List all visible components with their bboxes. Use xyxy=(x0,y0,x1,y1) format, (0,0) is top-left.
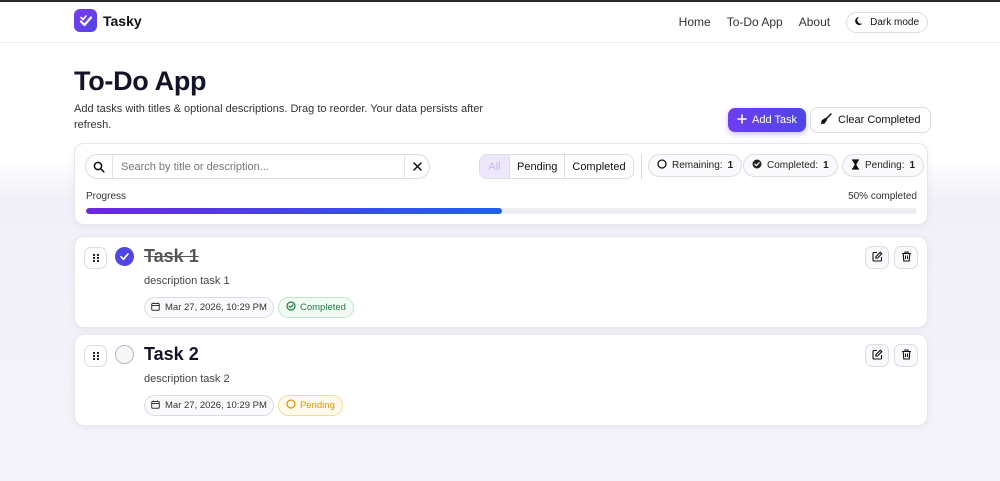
broom-icon xyxy=(820,112,832,128)
task-card[interactable]: Task 2 description task 2 Mar 27, 2026, … xyxy=(74,334,928,426)
plus-icon xyxy=(737,113,747,127)
edit-icon xyxy=(871,347,883,365)
delete-button[interactable] xyxy=(894,246,918,269)
moon-icon xyxy=(855,16,865,29)
trash-icon xyxy=(901,249,912,267)
filter-pending[interactable]: Pending xyxy=(510,155,566,178)
stat-completed-value: 1 xyxy=(823,160,829,171)
task-title: Task 2 xyxy=(144,344,199,364)
stat-pending: Pending: 1 xyxy=(842,154,925,177)
brand-name: Tasky xyxy=(103,12,142,29)
grip-icon[interactable] xyxy=(84,345,107,367)
search-input[interactable] xyxy=(113,155,404,178)
stat-pending-value: 1 xyxy=(909,160,916,171)
trash-icon xyxy=(901,347,912,365)
nav-links: Home To-Do App About Dark mode xyxy=(679,11,928,33)
task-checkbox[interactable] xyxy=(115,345,134,364)
search-box xyxy=(85,154,430,179)
edit-icon xyxy=(871,249,883,267)
status-badge-text: Pending xyxy=(300,400,335,411)
task-date: Mar 27, 2026, 10:29 PM xyxy=(144,395,274,416)
task-title: Task 1 xyxy=(144,246,199,266)
progress-bar xyxy=(86,208,917,214)
nav-link-about[interactable]: About xyxy=(799,11,830,33)
progress-fill xyxy=(86,208,502,214)
nav-link-todo[interactable]: To-Do App xyxy=(727,11,783,33)
page-title: To-Do App xyxy=(74,66,207,96)
stat-completed-label: Completed: xyxy=(767,160,819,171)
status-badge: Completed xyxy=(278,297,354,318)
task-date-text: Mar 27, 2026, 10:29 PM xyxy=(165,302,267,313)
navbar: Tasky Home To-Do App About Dark mode xyxy=(0,2,1000,43)
check-circle-icon xyxy=(286,301,296,314)
search-icon xyxy=(86,155,113,178)
progress-label: Progress xyxy=(86,191,127,202)
nav-link-home[interactable]: Home xyxy=(679,11,711,33)
grip-icon[interactable] xyxy=(84,247,107,269)
calendar-icon xyxy=(151,400,160,412)
task-description: description task 2 xyxy=(144,373,230,385)
filter-group: All Pending Completed xyxy=(479,154,634,179)
clear-completed-button[interactable]: Clear Completed xyxy=(810,107,931,133)
add-task-label: Add Task xyxy=(752,114,798,126)
circle-icon xyxy=(657,159,667,172)
edit-button[interactable] xyxy=(865,246,889,269)
hourglass-icon xyxy=(851,158,860,173)
brand[interactable]: Tasky xyxy=(74,9,142,32)
progress-percent: 50% completed xyxy=(848,191,917,202)
toolbar-card: All Pending Completed Remaining: 1 Compl… xyxy=(74,143,928,225)
close-icon[interactable] xyxy=(404,155,429,178)
filter-completed[interactable]: Completed xyxy=(565,155,632,178)
stat-remaining: Remaining: 1 xyxy=(648,154,743,177)
page-subtitle: Add tasks with titles & optional descrip… xyxy=(74,103,484,131)
task-date-text: Mar 27, 2026, 10:29 PM xyxy=(165,400,267,411)
delete-button[interactable] xyxy=(894,344,918,367)
task-card[interactable]: Task 1 description task 1 Mar 27, 2026, … xyxy=(74,236,928,328)
edit-button[interactable] xyxy=(865,344,889,367)
task-description: description task 1 xyxy=(144,275,230,287)
add-task-button[interactable]: Add Task xyxy=(728,108,807,132)
stat-pending-label: Pending: xyxy=(865,160,905,171)
task-date: Mar 27, 2026, 10:29 PM xyxy=(144,297,274,318)
calendar-icon xyxy=(151,302,160,314)
stat-remaining-value: 1 xyxy=(727,160,734,171)
task-checkbox[interactable] xyxy=(115,247,134,266)
toolbar-divider xyxy=(641,154,642,179)
check-circle-icon xyxy=(752,159,762,172)
stat-completed: Completed: 1 xyxy=(743,154,838,177)
dark-mode-button[interactable]: Dark mode xyxy=(846,11,928,33)
circle-icon xyxy=(286,399,296,412)
dark-mode-label: Dark mode xyxy=(870,16,919,28)
clear-completed-label: Clear Completed xyxy=(838,114,921,126)
filter-all[interactable]: All xyxy=(480,155,510,178)
status-badge: Pending xyxy=(278,395,343,416)
check-badge-icon xyxy=(74,9,97,32)
status-badge-text: Completed xyxy=(300,302,346,313)
stat-remaining-label: Remaining: xyxy=(672,160,723,171)
